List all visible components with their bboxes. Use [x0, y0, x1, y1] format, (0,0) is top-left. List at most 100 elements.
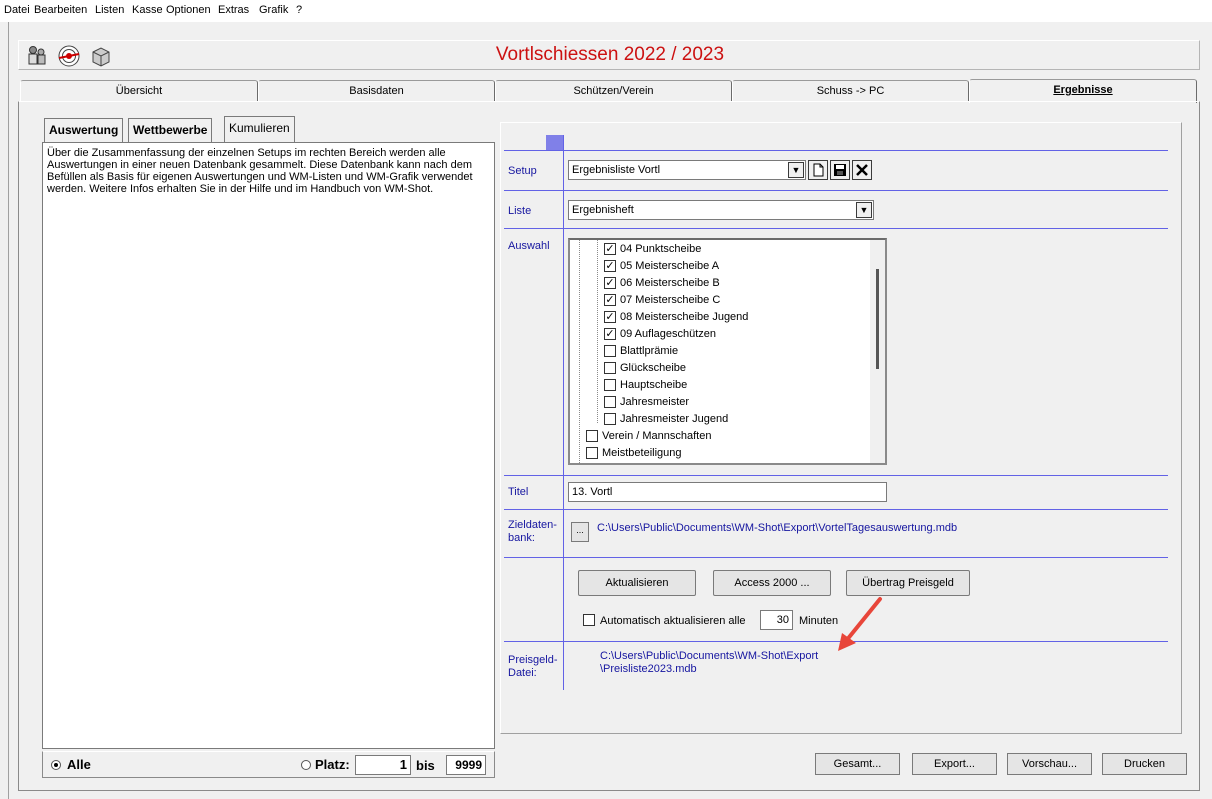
divider: [504, 190, 1168, 191]
tree-item-label: Verein / Mannschaften: [602, 430, 712, 442]
tree-item[interactable]: Jahresmeister Jugend: [604, 411, 866, 428]
tree-scrollbar[interactable]: [870, 240, 885, 463]
new-file-icon[interactable]: [808, 160, 828, 180]
tree-item[interactable]: ✓ 04 Punktscheibe: [604, 241, 866, 258]
info-text: Über die Zusammenfassung der einzelnen S…: [47, 147, 473, 195]
tree-item[interactable]: ✓ 09 Auflageschützen: [604, 326, 866, 343]
titel-input[interactable]: 13. Vortl: [568, 482, 887, 502]
tree-item[interactable]: ✓ 08 Meisterscheibe Jugend: [604, 309, 866, 326]
tree-scrollbar-thumb[interactable]: [876, 269, 879, 369]
tab-schuss-pc[interactable]: Schuss -> PC: [732, 80, 969, 102]
menu-extras[interactable]: Extras: [218, 4, 249, 16]
subtab-wettbewerbe[interactable]: Wettbewerbe: [128, 118, 213, 142]
zieldaten-path: C:\Users\Public\Documents\WM-Shot\Export…: [597, 522, 958, 534]
menu-optionen[interactable]: Optionen: [166, 4, 211, 16]
auswahl-label: Auswahl: [508, 240, 550, 252]
vorschau-button[interactable]: Vorschau...: [1007, 753, 1092, 775]
divider-vertical: [563, 135, 564, 690]
uebertrag-preisgeld-button[interactable]: Übertrag Preisgeld: [846, 570, 970, 596]
tree-item-checkbox[interactable]: [604, 362, 616, 374]
bis-label: bis: [416, 758, 435, 773]
auto-refresh-checkbox[interactable]: [583, 614, 595, 626]
tab-uebersicht[interactable]: Übersicht: [20, 80, 258, 102]
app-title: Vortlschiessen 2022 / 2023: [495, 44, 725, 65]
tree-item-checkbox[interactable]: ✓: [604, 328, 616, 340]
tab-schuetzen-verein[interactable]: Schützen/Verein: [495, 80, 732, 102]
chevron-down-icon[interactable]: ▼: [788, 162, 804, 178]
tab-ergebnisse[interactable]: Ergebnisse: [969, 79, 1197, 103]
tree-item[interactable]: ✓ 07 Meisterscheibe C: [604, 292, 866, 309]
tree-item[interactable]: Hauptscheibe: [604, 377, 866, 394]
tree-item[interactable]: ✓ 05 Meisterscheibe A: [604, 258, 866, 275]
tree-item[interactable]: Verein / Mannschaften: [586, 428, 866, 445]
export-button[interactable]: Export...: [912, 753, 997, 775]
tree-item-label: 04 Punktscheibe: [620, 243, 702, 255]
tree-item-checkbox[interactable]: ✓: [604, 294, 616, 306]
access-2000-button[interactable]: Access 2000 ...: [713, 570, 831, 596]
auswahl-tree[interactable]: ✓ 04 Punktscheibe ✓ 05 Meisterscheibe A ✓ 06 …: [568, 238, 887, 465]
setup-label: Setup: [508, 165, 537, 177]
tree-item-label: Blattlprämie: [620, 345, 679, 357]
delete-icon[interactable]: [852, 160, 872, 180]
menu-kasse[interactable]: Kasse: [132, 4, 163, 16]
subtab-kumulieren[interactable]: Kumulieren: [224, 116, 295, 142]
platz-to-input[interactable]: 9999: [446, 755, 486, 775]
preisgeld-label-2: Datei:: [508, 667, 537, 679]
tree-item[interactable]: Blattlprämie: [604, 343, 866, 360]
preisgeld-path-line-1: C:\Users\Public\Documents\WM-Shot\Export: [600, 650, 819, 662]
gesamt-button[interactable]: Gesamt...: [815, 753, 900, 775]
tree-item-checkbox[interactable]: [586, 430, 598, 442]
tree-item-label: 05 Meisterscheibe A: [620, 260, 720, 272]
zieldaten-label-1: Zieldaten-: [508, 519, 557, 531]
divider: [504, 557, 1168, 558]
tree-item-checkbox[interactable]: [604, 413, 616, 425]
tree-item-checkbox[interactable]: [604, 345, 616, 357]
divider: [504, 228, 1168, 229]
titel-label: Titel: [508, 486, 529, 498]
auto-refresh-label: Automatisch aktualisieren alle: [600, 615, 746, 627]
subtab-auswertung[interactable]: Auswertung: [44, 118, 124, 142]
browse-button[interactable]: ...: [571, 522, 589, 542]
liste-select[interactable]: Ergebnisheft ▼: [568, 200, 874, 220]
tree-item-checkbox[interactable]: [604, 396, 616, 408]
chevron-down-icon[interactable]: ▼: [856, 202, 872, 218]
divider: [504, 509, 1168, 510]
tab-basisdaten[interactable]: Basisdaten: [258, 80, 495, 102]
menu-datei[interactable]: Datei: [4, 4, 30, 16]
auto-refresh-minutes-input[interactable]: 30: [760, 610, 793, 630]
tree-item-checkbox[interactable]: [604, 379, 616, 391]
tree-item-checkbox[interactable]: [586, 447, 598, 459]
preisgeld-label-1: Preisgeld-: [508, 654, 558, 666]
platz-from-input[interactable]: 1: [355, 755, 411, 775]
tree-item-label: Glückscheibe: [620, 362, 687, 374]
tree-line: [579, 240, 580, 463]
marker-square: [546, 135, 563, 151]
tree-item-label: 09 Auflageschützen: [620, 328, 717, 340]
drucken-button[interactable]: Drucken: [1102, 753, 1187, 775]
liste-label: Liste: [508, 205, 532, 217]
tree-item-checkbox[interactable]: ✓: [604, 243, 616, 255]
menu-bearbeiten[interactable]: Bearbeiten: [34, 4, 87, 16]
aktualisieren-button[interactable]: Aktualisieren: [578, 570, 696, 596]
tree-item-checkbox[interactable]: ✓: [604, 277, 616, 289]
radio-alle[interactable]: [51, 760, 61, 770]
menu-listen[interactable]: Listen: [95, 4, 124, 16]
liste-value: Ergebnisheft: [572, 204, 634, 216]
tree-item-label: 07 Meisterscheibe C: [620, 294, 721, 306]
menu-help[interactable]: ?: [296, 4, 302, 16]
tree-item-checkbox[interactable]: ✓: [604, 311, 616, 323]
tree-item-label: Jahresmeister: [620, 396, 690, 408]
tree-item-label: Meistbeteiligung: [602, 447, 682, 459]
menu-bar: Datei Bearbeiten Listen Kasse Optionen E…: [0, 0, 1212, 22]
tree-item-label: Jahresmeister Jugend: [620, 413, 729, 425]
range-panel: Alle Platz: 1 bis 9999: [42, 751, 495, 778]
tree-item[interactable]: Jahresmeister: [604, 394, 866, 411]
save-icon[interactable]: [830, 160, 850, 180]
menu-grafik[interactable]: Grafik: [259, 4, 288, 16]
tree-item-checkbox[interactable]: ✓: [604, 260, 616, 272]
setup-select[interactable]: Ergebnisliste Vortl ▼: [568, 160, 806, 180]
tree-item[interactable]: Glückscheibe: [604, 360, 866, 377]
tree-item[interactable]: Meistbeteiligung: [586, 445, 866, 462]
tree-item[interactable]: ✓ 06 Meisterscheibe B: [604, 275, 866, 292]
radio-platz[interactable]: [301, 760, 311, 770]
